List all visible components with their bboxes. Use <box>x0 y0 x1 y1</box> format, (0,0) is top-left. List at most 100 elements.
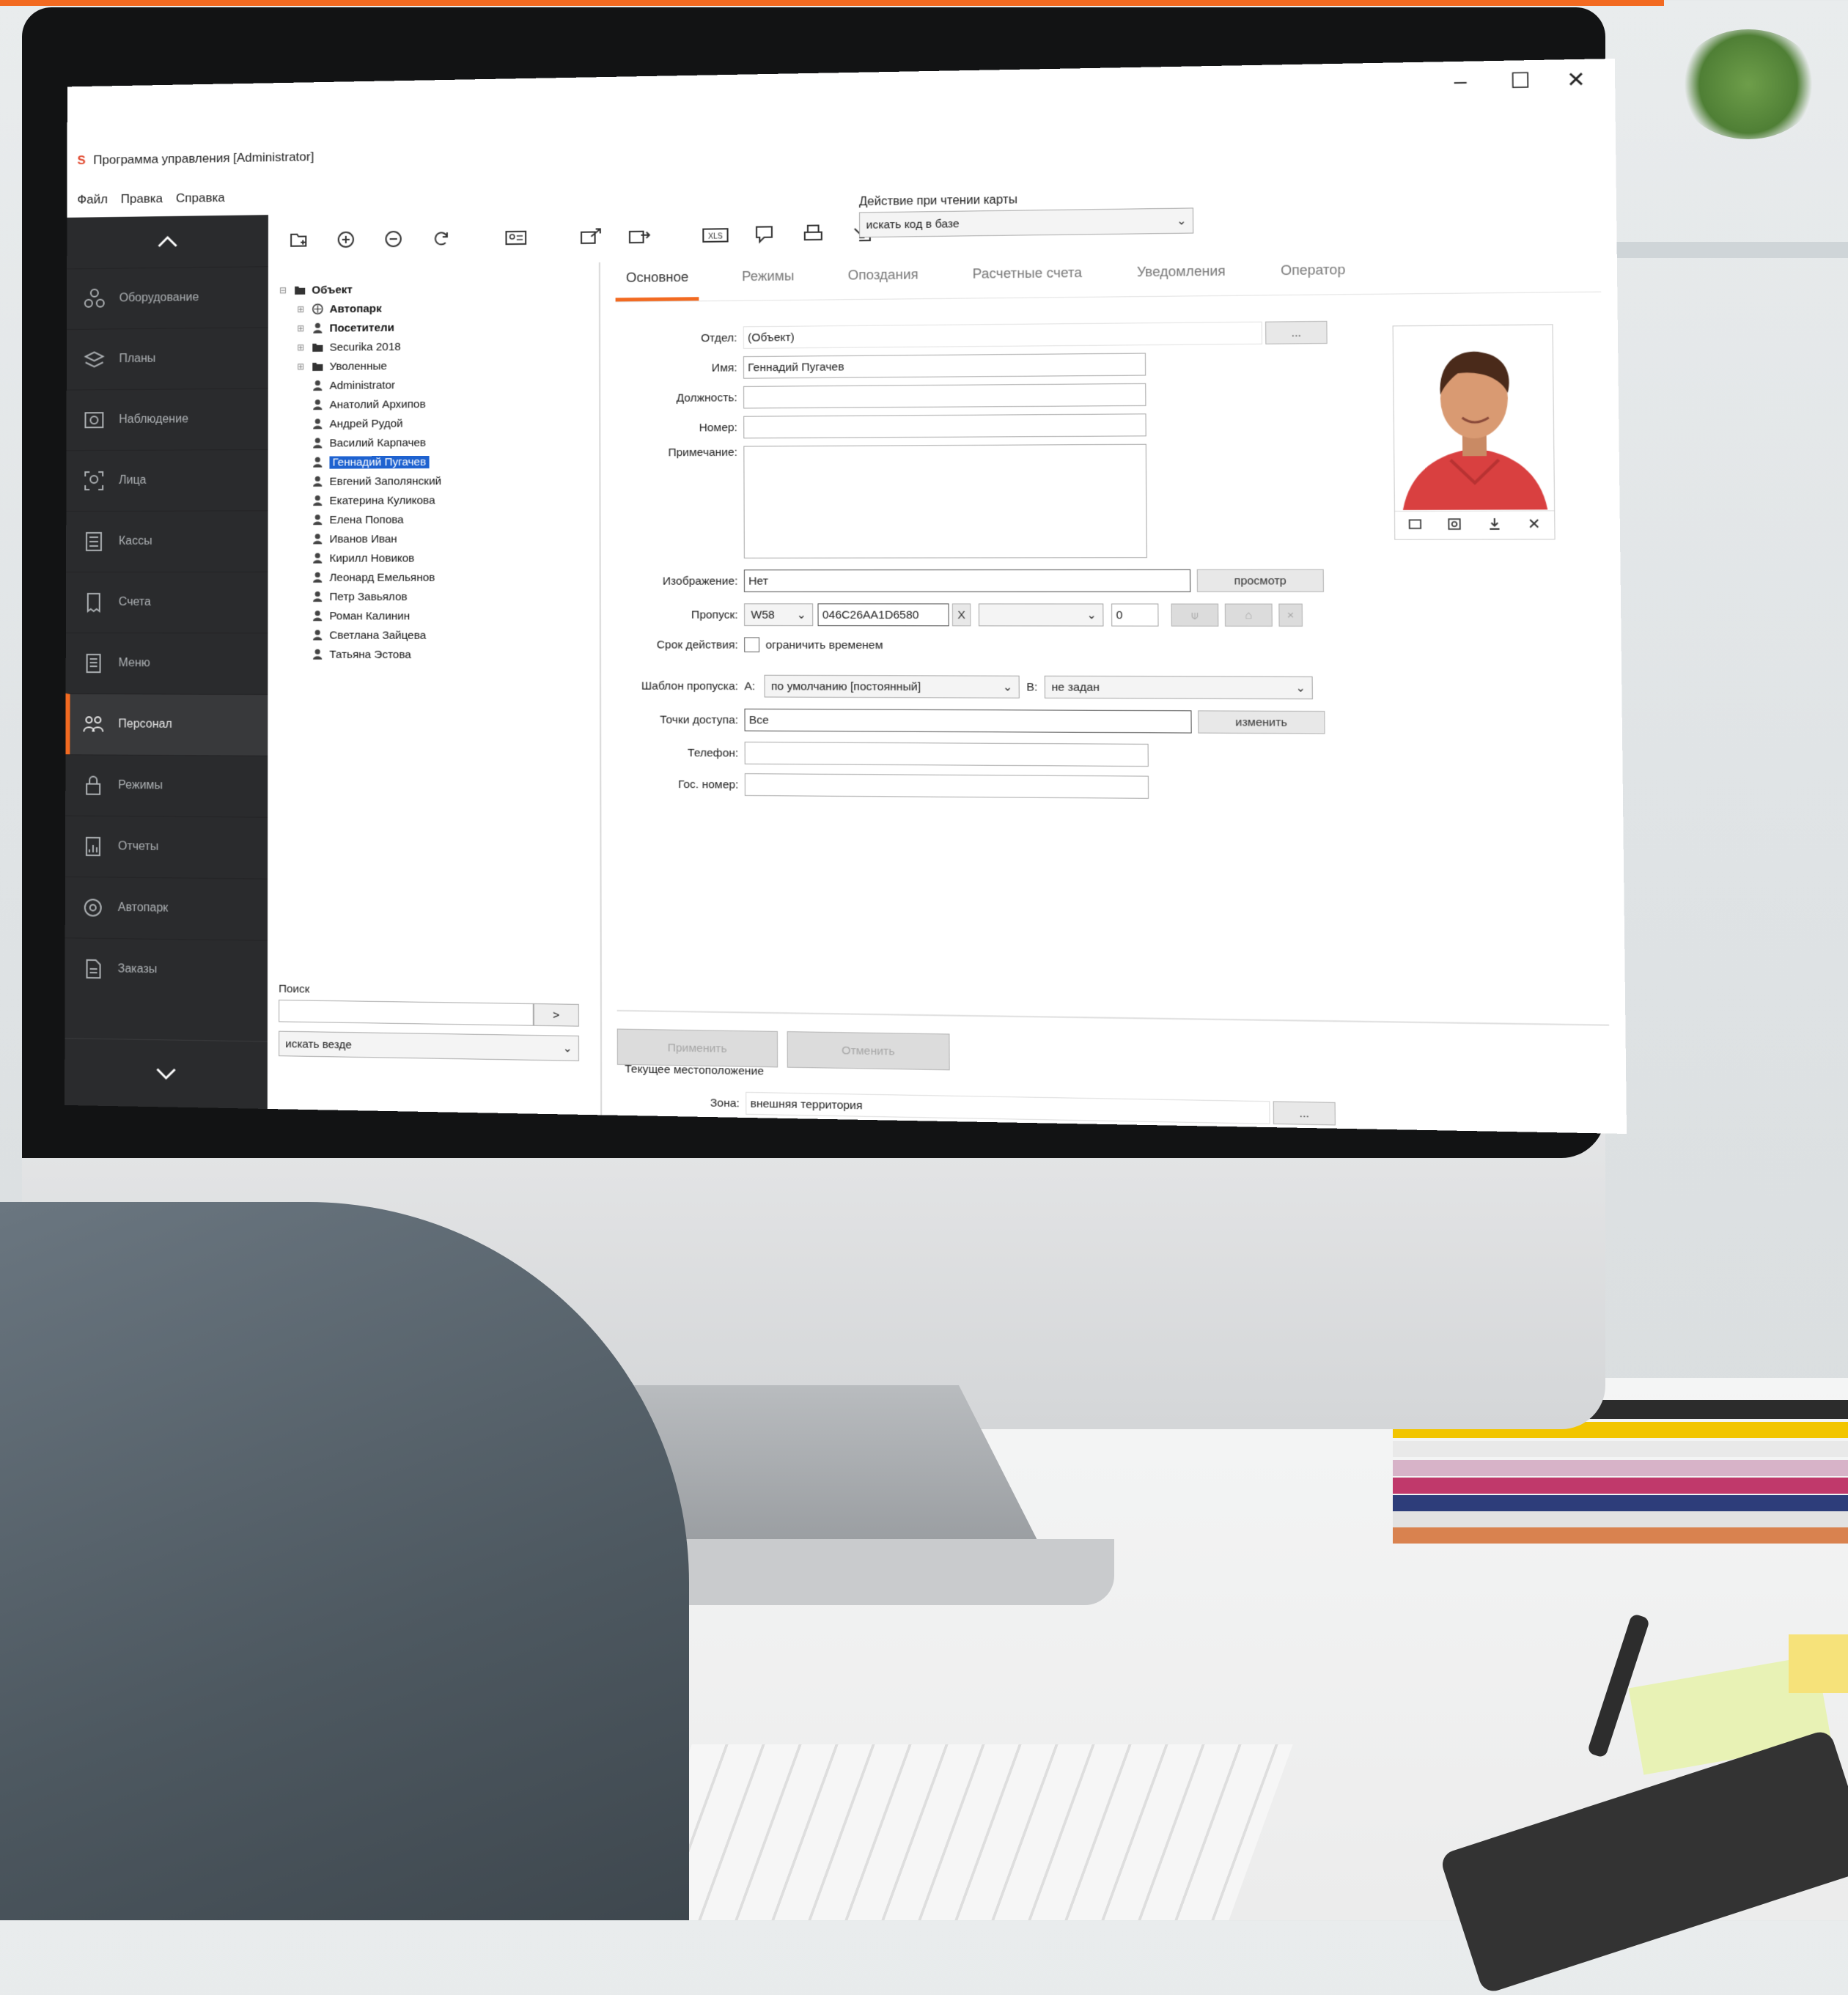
tab-5[interactable]: Оператор <box>1270 257 1357 295</box>
access-field[interactable]: Все <box>744 709 1191 734</box>
tree-item[interactable]: Роман Калинин <box>279 606 586 626</box>
tree-item[interactable]: Екатерина Куликова <box>279 490 586 511</box>
sidebar-item-6[interactable]: Меню <box>66 633 268 694</box>
export-icon[interactable] <box>572 217 611 256</box>
phone-field[interactable] <box>745 742 1149 767</box>
tree-item[interactable]: ⊞Автопарк <box>279 297 585 319</box>
tab-4[interactable]: Уведомления <box>1126 259 1237 296</box>
camera-icon[interactable] <box>1446 516 1462 534</box>
search-mode-select[interactable]: искать везде ⌄ <box>279 1031 579 1061</box>
tree-item[interactable]: ⊞Посетители <box>279 316 586 338</box>
tree-item[interactable]: Геннадий Пугачев <box>279 451 586 472</box>
pass-clear-button[interactable]: X <box>952 603 971 626</box>
pass-format-select[interactable]: W58⌄ <box>744 603 813 626</box>
bank-icon: ⌂ <box>1245 608 1252 622</box>
tree-item[interactable]: Administrator <box>279 374 586 395</box>
sidebar-item-7[interactable]: Персонал <box>65 693 268 756</box>
tree-item[interactable]: Евгений Заполянский <box>279 471 586 491</box>
open-photo-icon[interactable] <box>1407 516 1423 534</box>
person-photo <box>1393 324 1556 539</box>
fingerprint-button[interactable]: ⍦ <box>1171 604 1219 627</box>
template-b-select[interactable]: не задан⌄ <box>1045 676 1313 699</box>
minimize-button[interactable]: – <box>1454 69 1467 94</box>
tree-item[interactable]: Анатолий Архипов <box>279 394 586 415</box>
note-field[interactable] <box>743 444 1147 558</box>
tree-item[interactable]: Василий Карпачев <box>279 432 586 452</box>
pass-remove-button[interactable]: × <box>1278 604 1303 627</box>
department-browse-button[interactable]: ... <box>1265 321 1328 344</box>
tree-item[interactable]: Иванов Иван <box>279 528 586 548</box>
tree-item[interactable]: Елена Попова <box>279 509 586 529</box>
number-field[interactable] <box>743 413 1146 438</box>
position-field[interactable] <box>743 383 1146 409</box>
sidebar-item-11[interactable]: Заказы <box>65 937 268 1002</box>
chevron-up-icon[interactable] <box>67 215 268 268</box>
name-field[interactable]: Геннадий Пугачев <box>743 353 1146 379</box>
validity-checkbox[interactable] <box>744 637 759 652</box>
sidebar-item-8[interactable]: Режимы <box>65 754 268 816</box>
tab-3[interactable]: Расчетные счета <box>962 260 1093 298</box>
remove-icon[interactable] <box>374 220 413 259</box>
menu-file[interactable]: Файл <box>77 192 108 207</box>
apply-button[interactable]: Применить <box>617 1029 778 1068</box>
tree-item[interactable]: Светлана Зайцева <box>279 625 586 645</box>
xls-icon[interactable]: XLS <box>696 215 735 255</box>
tab-0[interactable]: Основное <box>615 265 699 301</box>
tree-item[interactable]: Андрей Рудой <box>279 413 586 434</box>
sidebar-item-5[interactable]: Счета <box>66 572 268 633</box>
menu-edit[interactable]: Правка <box>121 191 163 207</box>
tree-item-label: Иванов Иван <box>329 533 397 545</box>
expand-toggle-icon[interactable]: ⊞ <box>297 323 310 333</box>
maximize-button[interactable]: ☐ <box>1510 68 1531 94</box>
tab-2[interactable]: Опоздания <box>837 262 929 299</box>
plate-field[interactable] <box>745 773 1149 799</box>
expand-toggle-icon[interactable]: ⊞ <box>297 304 310 314</box>
delete-photo-icon[interactable] <box>1526 516 1542 534</box>
tree-item[interactable]: Кирилл Новиков <box>279 548 586 568</box>
tab-1[interactable]: Режимы <box>731 264 805 300</box>
pass-number-field[interactable]: 0 <box>1111 603 1159 626</box>
sidebar-item-0[interactable]: Оборудование <box>67 266 268 329</box>
image-field[interactable]: Нет <box>744 569 1190 592</box>
pass-code-field[interactable]: 046C26AA1D6580 <box>817 603 949 626</box>
zone-browse-button[interactable]: ... <box>1273 1101 1336 1125</box>
sidebar-item-2[interactable]: Наблюдение <box>67 388 268 451</box>
expand-toggle-icon[interactable]: ⊟ <box>279 285 292 295</box>
new-folder-icon[interactable] <box>279 221 317 259</box>
view-button[interactable]: просмотр <box>1197 569 1324 592</box>
search-go-button[interactable]: > <box>534 1003 579 1027</box>
template-a-select[interactable]: по умолчанию [постоянный]⌄ <box>765 675 1020 698</box>
download-icon[interactable] <box>1487 516 1503 534</box>
refresh-icon[interactable] <box>421 219 460 258</box>
sidebar-item-1[interactable]: Планы <box>67 327 268 389</box>
sidebar-item-3[interactable]: Лица <box>66 449 268 511</box>
tree-item[interactable]: Леонард Емельянов <box>279 567 586 587</box>
tree-item[interactable]: ⊞Securika 2018 <box>279 335 586 357</box>
change-access-button[interactable]: изменить <box>1198 710 1325 734</box>
sidebar-item-10[interactable]: Автопарк <box>65 877 268 940</box>
validity-label: Срок действия: <box>616 638 745 652</box>
tree-item[interactable]: Петр Завьялов <box>279 587 586 606</box>
expand-toggle-icon[interactable]: ⊞ <box>297 361 310 372</box>
print-icon[interactable] <box>793 214 833 254</box>
card-action-select[interactable]: искать код в базе ⌄ <box>859 207 1193 237</box>
tree-item[interactable]: Татьяна Эстова <box>279 645 586 665</box>
pass-extra-select[interactable]: ⌄ <box>979 603 1104 626</box>
person-icon <box>310 398 325 411</box>
sidebar-item-4[interactable]: Кассы <box>66 510 268 572</box>
id-card-icon[interactable] <box>496 218 535 257</box>
add-icon[interactable] <box>327 220 366 259</box>
chevron-down-icon[interactable] <box>65 1038 268 1109</box>
cancel-button[interactable]: Отменить <box>787 1031 950 1070</box>
tree-item[interactable]: ⊞Уволенные <box>279 355 586 377</box>
close-button[interactable]: ✕ <box>1567 67 1586 92</box>
import-icon[interactable] <box>620 216 660 255</box>
sidebar-item-9[interactable]: Отчеты <box>65 815 268 878</box>
message-icon[interactable] <box>744 215 784 254</box>
search-input[interactable] <box>279 1000 534 1026</box>
bank-card-button[interactable]: ⌂ <box>1225 604 1273 627</box>
tree-item-label: Объект <box>312 283 352 296</box>
menu-help[interactable]: Справка <box>176 191 225 206</box>
expand-toggle-icon[interactable]: ⊞ <box>297 342 310 353</box>
pane-divider[interactable] <box>599 262 602 1115</box>
